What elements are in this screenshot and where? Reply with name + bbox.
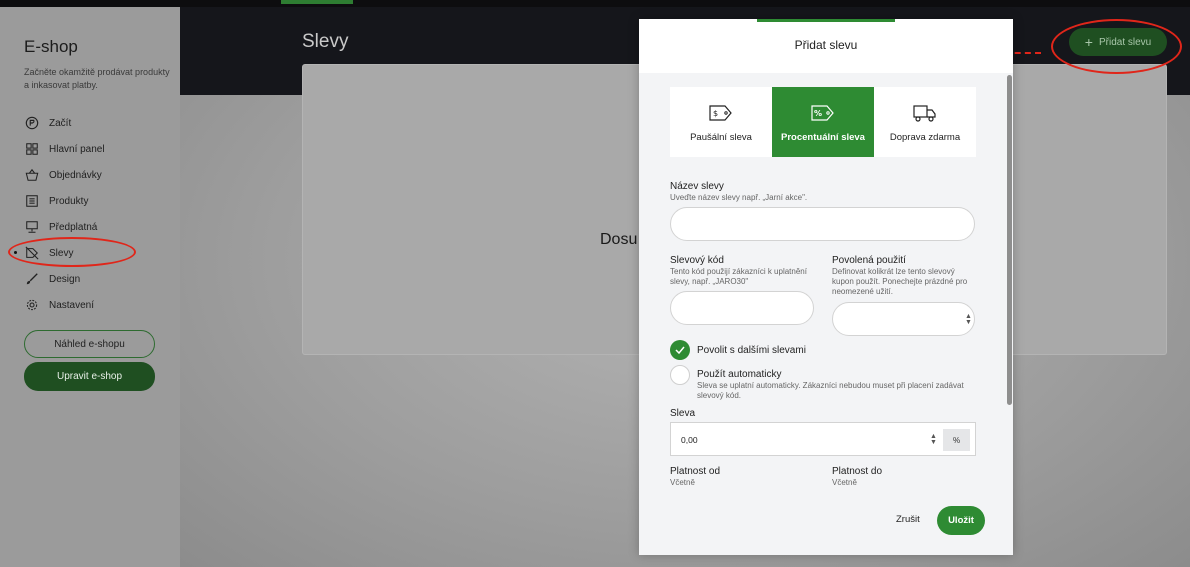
gear-icon [24,297,40,313]
sidebar-item-label: Objednávky [49,169,102,181]
top-accent [281,0,353,4]
page-title: Slevy [302,31,349,52]
dashboard-icon [24,141,40,157]
code-hint: Tento kód použijí zákazníci k uplatnění … [670,267,807,286]
list-icon [24,193,40,209]
sidebar-item-label: Produkty [49,195,89,207]
allowed-uses-input[interactable] [832,302,975,336]
rocket-icon [24,115,40,131]
discount-type-tabs: $ Paušální sleva % Procentuální sleva Do… [670,87,976,157]
preview-eshop-button[interactable]: Náhled e-shopu [24,330,155,358]
valid-from-hint: Včetně [670,478,695,487]
sidebar-subtitle: Začněte okamžitě prodávat produkty a ink… [24,67,170,90]
sidebar: E-shop Začněte okamžitě prodávat produkt… [0,7,180,567]
sidebar-item-objednavky[interactable]: Objednávky [24,165,174,185]
sidebar-item-label: Předplatná [49,221,98,233]
dollar-tag-icon: $ [708,102,734,124]
truck-icon [912,102,938,124]
sidebar-item-label: Hlavní panel [49,143,105,155]
modal-accent [757,19,895,22]
tab-free-shipping[interactable]: Doprava zdarma [874,87,976,157]
cancel-button[interactable]: Zrušit [896,514,920,525]
name-label: Název slevy [670,181,724,192]
combine-label: Povolit s dalšími slevami [697,345,806,356]
svg-text:$: $ [713,109,718,118]
tab-label: Procentuální sleva [781,131,865,143]
uses-stepper-icon[interactable]: ▲ ▼ [965,313,972,326]
annotation-circle-slevy [8,237,136,267]
tab-percent-discount[interactable]: % Procentuální sleva [772,87,874,157]
add-discount-modal: Přidat slevu $ Paušální sleva % Procentu… [639,19,1013,555]
tab-flat-discount[interactable]: $ Paušální sleva [670,87,772,157]
auto-apply-checkbox[interactable] [670,365,690,385]
empty-state-text: Dosu [600,231,638,248]
discount-code-input[interactable] [670,291,814,325]
percent-tag-icon: % [810,102,836,124]
sidebar-item-nastaveni[interactable]: Nastavení [24,295,174,315]
svg-text:%: % [814,109,822,118]
discount-label: Sleva [670,408,696,419]
sidebar-item-label: Začít [49,117,72,129]
valid-to-hint: Včetně [832,478,857,487]
sidebar-item-design[interactable]: Design [24,269,174,289]
sidebar-item-label: Nastavení [49,299,95,311]
monitor-icon [24,219,40,235]
discount-amount-value: 0,00 [681,435,698,445]
combine-checkbox[interactable] [670,340,690,360]
discount-unit-button[interactable]: % [943,429,970,451]
modal-scrollbar[interactable] [1007,75,1012,405]
discount-amount-field[interactable]: 0,00 ▲ ▼ % [670,422,976,456]
sidebar-item-predplatna[interactable]: Předplatná [24,217,174,237]
top-strip [0,0,1190,7]
code-label: Slevový kód [670,255,724,266]
uses-label: Povolená použití [832,255,906,266]
edit-eshop-button[interactable]: Upravit e-shop [24,362,155,391]
tab-label: Paušální sleva [690,131,752,143]
valid-from-label: Platnost od [670,466,721,477]
sidebar-item-zacit[interactable]: Začít [24,113,174,133]
save-button[interactable]: Uložit [937,506,985,535]
tab-label: Doprava zdarma [889,131,961,143]
annotation-circle-add-button [1051,19,1182,74]
sidebar-item-label: Design [49,273,81,285]
sidebar-title: E-shop [24,37,78,56]
sidebar-item-hlavni-panel[interactable]: Hlavní panel [24,139,174,159]
check-icon [675,346,685,354]
valid-to-label: Platnost do [832,466,883,477]
name-hint: Uveďte název slevy např. „Jarní akce". [670,193,808,202]
auto-apply-label: Použít automaticky [697,369,782,380]
basket-icon [24,167,40,183]
uses-hint: Definovat kolikrát lze tento slevový kup… [832,267,968,296]
brush-icon [24,271,40,287]
auto-apply-hint: Sleva se uplatní automaticky. Zákazníci … [697,381,964,400]
modal-title: Přidat slevu [794,38,858,52]
sidebar-item-produkty[interactable]: Produkty [24,191,174,211]
discount-name-input[interactable] [670,207,975,241]
discount-stepper-icon[interactable]: ▲ ▼ [930,433,937,446]
